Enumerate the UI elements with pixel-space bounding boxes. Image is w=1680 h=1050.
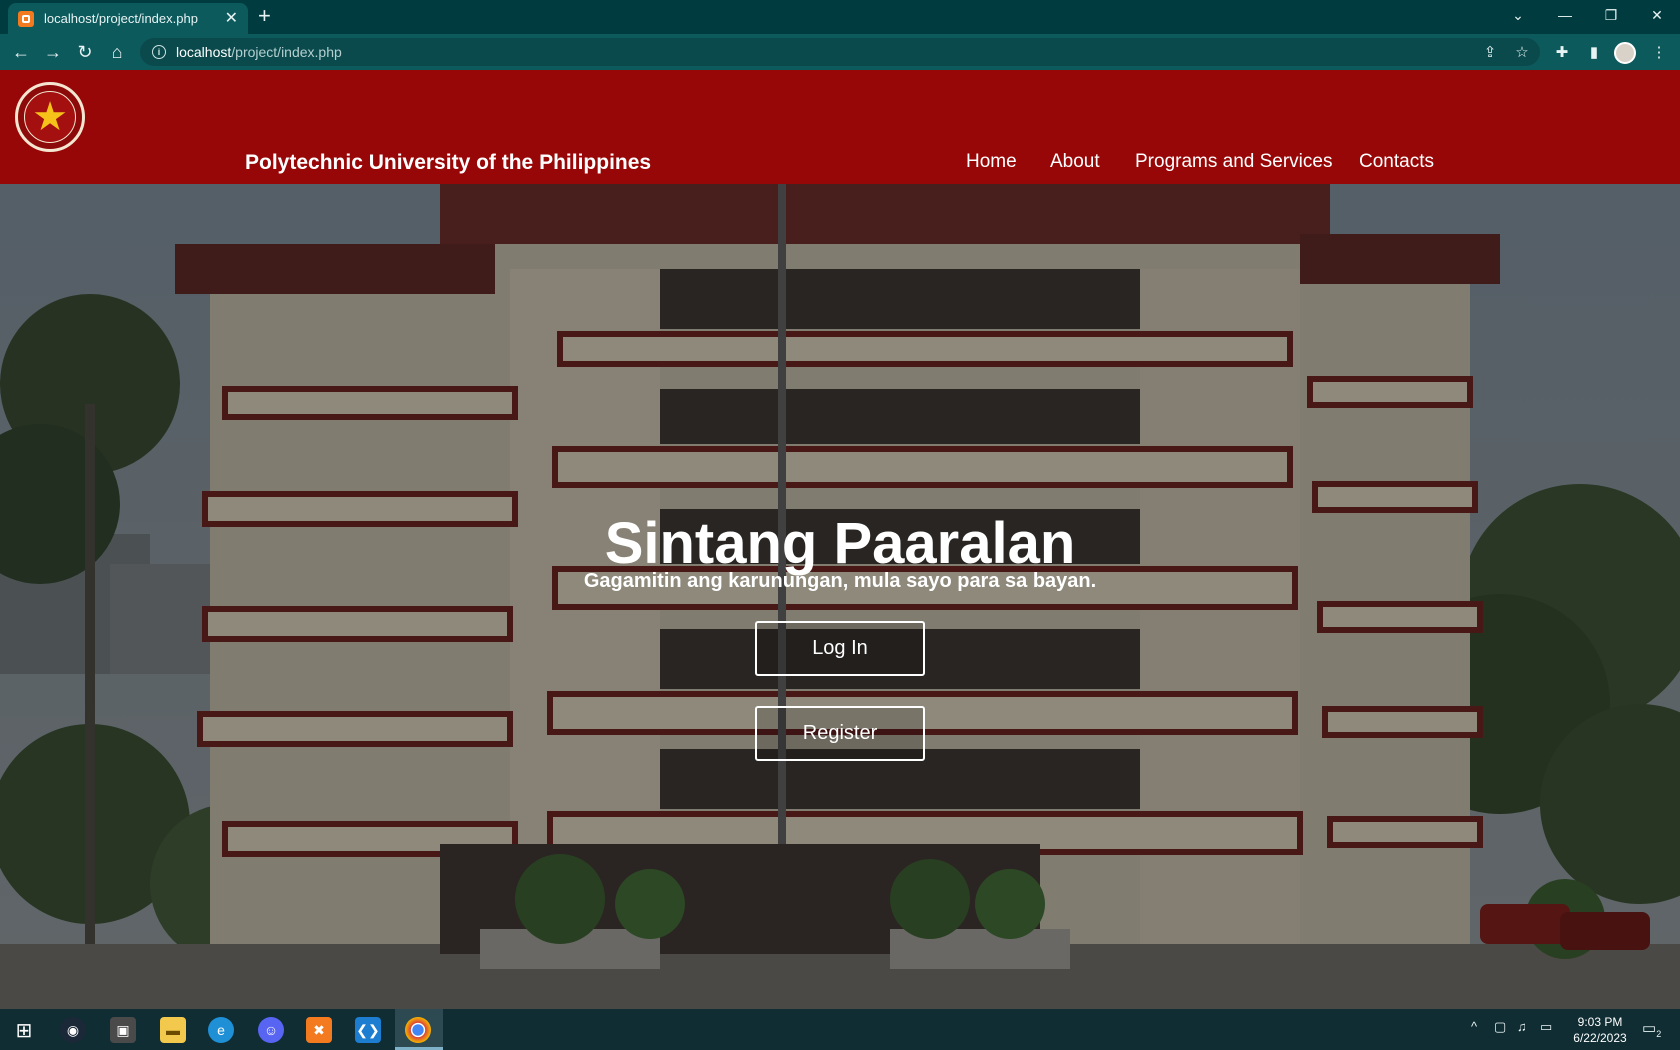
address-bar[interactable]: i localhost/project/index.php — [140, 38, 1540, 66]
tab-close-icon[interactable]: ✕ — [225, 10, 238, 27]
nav-about[interactable]: About — [1050, 151, 1100, 173]
register-button[interactable]: Register — [755, 706, 925, 761]
vscode-icon[interactable]: ❮❯ — [355, 1017, 381, 1043]
profile-avatar[interactable] — [1614, 42, 1636, 64]
windows-taskbar: ⊞ ◉ ▣ ▬ e ☺ ✖ ❮❯ ^ ▢ ♫ ▭ 9:03 PM 6/22/20… — [0, 1009, 1680, 1050]
reload-icon[interactable]: ↻ — [74, 41, 96, 63]
app-icon[interactable]: ▣ — [110, 1017, 136, 1043]
show-hidden-icons-icon[interactable]: ^ — [1471, 1019, 1477, 1034]
xampp-icon[interactable]: ✖ — [306, 1017, 332, 1043]
network-icon[interactable]: ▭ — [1540, 1019, 1552, 1035]
web-page: ★ Polytechnic University of the Philippi… — [0, 70, 1680, 1009]
site-title: Polytechnic University of the Philippine… — [245, 151, 652, 174]
bookmark-star-icon[interactable]: ☆ — [1511, 42, 1533, 62]
notifications-icon[interactable]: ▭2 — [1642, 1019, 1661, 1039]
menu-icon[interactable]: ⋮ — [1648, 42, 1670, 62]
minimize-icon[interactable]: — — [1542, 0, 1588, 30]
windows-start-icon[interactable]: ⊞ — [11, 1017, 37, 1043]
url-host: localhost — [176, 44, 232, 60]
login-button[interactable]: Log In — [755, 621, 925, 676]
star-icon: ★ — [24, 91, 76, 143]
hero-subtitle: Gagamitin ang karunungan, mula sayo para… — [583, 570, 1097, 592]
discord-icon[interactable]: ☺ — [258, 1017, 284, 1043]
meet-icon[interactable]: ▢ — [1494, 1019, 1506, 1035]
restore-icon[interactable]: ❐ — [1588, 0, 1634, 30]
extensions-icon[interactable]: ✚ — [1551, 42, 1573, 62]
new-tab-button[interactable]: + — [258, 5, 271, 27]
forward-icon[interactable]: → — [42, 41, 64, 63]
clock-date: 6/22/2023 — [1573, 1031, 1627, 1045]
back-icon[interactable]: ← — [10, 41, 32, 63]
home-icon[interactable]: ⌂ — [106, 41, 128, 63]
url-path: /project/index.php — [231, 44, 342, 60]
nav-contacts[interactable]: Contacts — [1359, 151, 1434, 173]
university-seal-logo[interactable]: ★ — [15, 82, 85, 152]
nav-home[interactable]: Home — [966, 151, 1017, 173]
browser-tab[interactable]: localhost/project/index.php ✕ — [8, 3, 248, 34]
system-clock[interactable]: 9:03 PM 6/22/2023 — [1562, 1014, 1638, 1046]
share-icon[interactable]: ⇪ — [1479, 42, 1501, 62]
nav-programs-and-services[interactable]: Programs and Services — [1135, 151, 1332, 173]
volume-icon[interactable]: ♫ — [1517, 1019, 1527, 1034]
xampp-favicon-icon — [18, 10, 34, 27]
file-explorer-icon[interactable]: ▬ — [160, 1017, 186, 1043]
tab-title: localhost/project/index.php — [44, 11, 198, 26]
browser-tab-bar: localhost/project/index.php ✕ + ⌄ — ❐ ✕ — [0, 0, 1680, 34]
close-window-icon[interactable]: ✕ — [1634, 0, 1680, 30]
notification-count: 2 — [1656, 1029, 1662, 1039]
tab-search-icon[interactable]: ⌄ — [1495, 0, 1541, 30]
clock-time: 9:03 PM — [1577, 1015, 1623, 1029]
steam-icon[interactable]: ◉ — [60, 1017, 86, 1043]
side-panel-icon[interactable]: ▮ — [1583, 42, 1605, 62]
hero-title: Sintang Paaralan — [604, 511, 1076, 576]
site-info-icon[interactable]: i — [152, 45, 166, 59]
browser-toolbar: ← → ↻ ⌂ i localhost/project/index.php ⇪ … — [0, 34, 1680, 70]
hero-section: Sintang Paaralan Gagamitin ang karununga… — [0, 184, 1680, 1009]
edge-icon[interactable]: e — [208, 1017, 234, 1043]
site-header: ★ Polytechnic University of the Philippi… — [0, 70, 1680, 184]
campus-building-image — [0, 184, 1680, 1009]
chrome-icon[interactable] — [405, 1017, 431, 1043]
